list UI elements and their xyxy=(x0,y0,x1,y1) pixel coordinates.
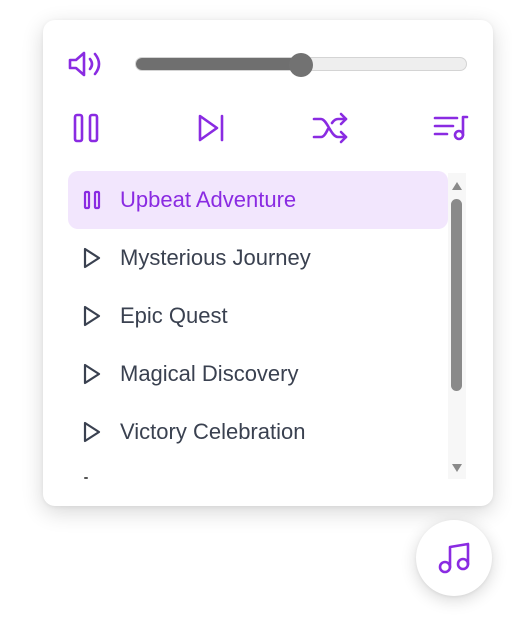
play-icon xyxy=(80,247,104,269)
playback-controls xyxy=(67,108,472,148)
volume-slider-fill xyxy=(136,58,301,70)
track-title: Victory Celebration xyxy=(120,419,306,444)
pause-button[interactable] xyxy=(67,108,107,148)
volume-slider[interactable] xyxy=(135,53,467,77)
scrollbar-thumb[interactable] xyxy=(451,199,462,391)
track-item-victory-celebration[interactable]: Victory Celebration xyxy=(68,403,448,461)
playlist-scrollbar[interactable] xyxy=(448,173,466,479)
pause-icon xyxy=(80,189,104,211)
volume-slider-thumb[interactable] xyxy=(289,53,313,77)
music-toggle-button[interactable] xyxy=(416,520,492,596)
music-player-card: Upbeat Adventure Mysterious Journey Epic… xyxy=(43,20,493,506)
playlist-button[interactable] xyxy=(431,108,471,148)
track-item-epic-quest[interactable]: Epic Quest xyxy=(68,287,448,345)
play-icon xyxy=(80,363,104,385)
play-icon xyxy=(80,421,104,443)
play-icon xyxy=(80,305,104,327)
track-item-upbeat-adventure[interactable]: Upbeat Adventure xyxy=(68,171,448,229)
shuffle-button[interactable] xyxy=(311,108,351,148)
track-title: Mysterious Journey xyxy=(120,245,311,270)
music-note-icon xyxy=(436,540,472,576)
track-title: Upbeat Adventure xyxy=(120,187,297,212)
track-title: Magical Discovery xyxy=(120,361,299,386)
scroll-down-arrow-icon[interactable] xyxy=(451,462,463,474)
playlist: Upbeat Adventure Mysterious Journey Epic… xyxy=(68,171,468,483)
track-title: Epic Quest xyxy=(120,303,228,328)
volume-row xyxy=(67,48,469,80)
next-track-button[interactable] xyxy=(191,108,231,148)
track-item-magical-discovery[interactable]: Magical Discovery xyxy=(68,345,448,403)
volume-icon[interactable] xyxy=(67,49,105,79)
track-item-mysterious-journey[interactable]: Mysterious Journey xyxy=(68,229,448,287)
next-track-peek xyxy=(84,477,88,479)
scroll-up-arrow-icon[interactable] xyxy=(451,180,463,192)
